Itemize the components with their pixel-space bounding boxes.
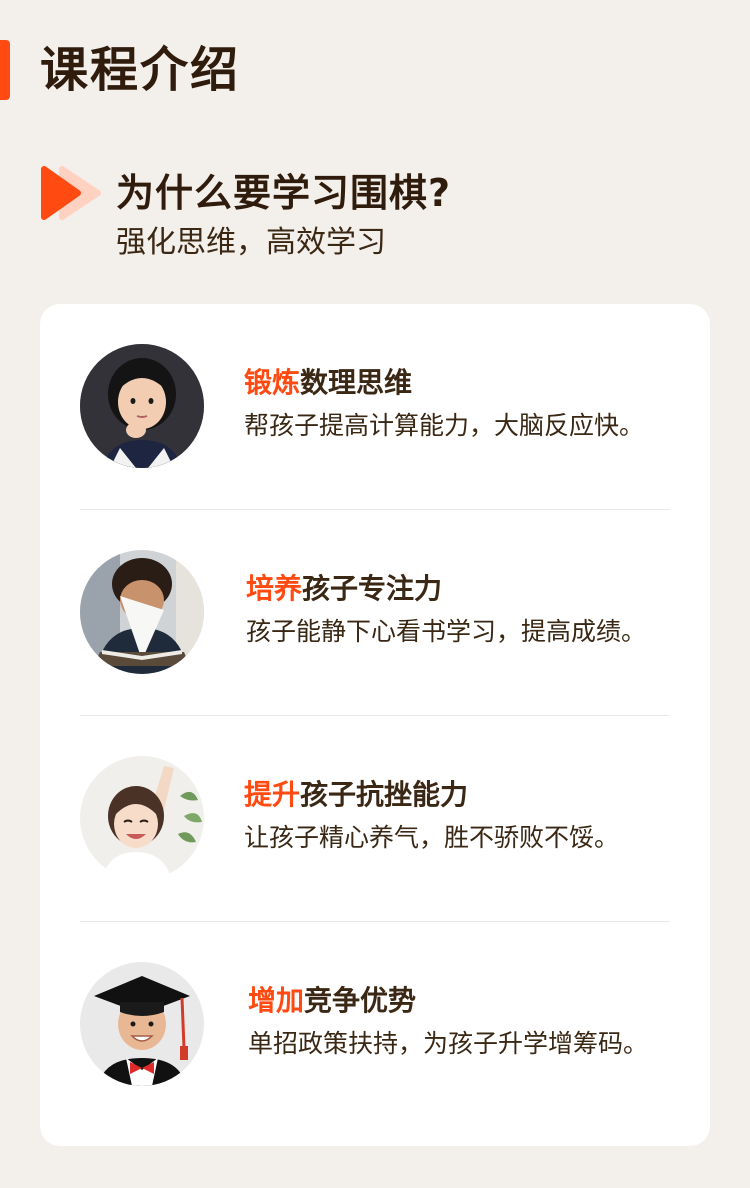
feature-title-highlight: 锻炼: [244, 366, 301, 399]
feature-description: 帮孩子提高计算能力，大脑反应快。: [244, 411, 645, 440]
feature-title-highlight: 提升: [244, 778, 301, 811]
feature-description: 让孩子精心养气，胜不骄败不馁。: [244, 823, 620, 852]
feature-title: 增加竞争优势: [248, 982, 416, 1020]
thinking-girl-photo: [80, 344, 204, 468]
reading-boy-photo: [80, 550, 204, 674]
feature-item: 增加竞争优势 单招政策扶持，为孩子升学增筹码。: [80, 922, 670, 1128]
section-title: 为什么要学习围棋?: [116, 171, 452, 215]
feature-title-rest: 孩子专注力: [302, 572, 443, 605]
page-title: 课程介绍: [40, 42, 241, 98]
feature-title-highlight: 增加: [248, 984, 305, 1017]
feature-title-rest: 孩子抗挫能力: [300, 778, 469, 811]
feature-description: 单招政策扶持，为孩子升学增筹码。: [248, 1029, 649, 1058]
feature-title-highlight: 培养: [246, 572, 303, 605]
feature-item: 培养孩子专注力 孩子能静下心看书学习，提高成绩。: [80, 510, 670, 716]
feature-title-rest: 竞争优势: [304, 984, 417, 1017]
hand-raised-girl-photo: [80, 756, 204, 880]
feature-item: 提升孩子抗挫能力 让孩子精心养气，胜不骄败不馁。: [80, 716, 670, 922]
feature-item: 锻炼数理思维 帮孩子提高计算能力，大脑反应快。: [80, 304, 670, 510]
feature-title-rest: 数理思维: [300, 366, 413, 399]
accent-bar: [0, 40, 10, 100]
feature-title: 提升孩子抗挫能力: [244, 776, 468, 814]
graduate-boy-photo: [80, 962, 204, 1086]
feature-title: 锻炼数理思维: [244, 364, 412, 402]
feature-title: 培养孩子专注力: [246, 570, 442, 608]
section-header: 为什么要学习围棋? 强化思维，高效学习: [40, 165, 720, 265]
page-header: 课程介绍: [0, 40, 750, 100]
feature-description: 孩子能静下心看书学习，提高成绩。: [246, 617, 647, 646]
features-card: 锻炼数理思维 帮孩子提高计算能力，大脑反应快。 培养孩子专注力 孩子能静下心看书…: [40, 304, 710, 1146]
play-icon: [41, 166, 101, 220]
section-subtitle: 强化思维，高效学习: [116, 225, 386, 260]
